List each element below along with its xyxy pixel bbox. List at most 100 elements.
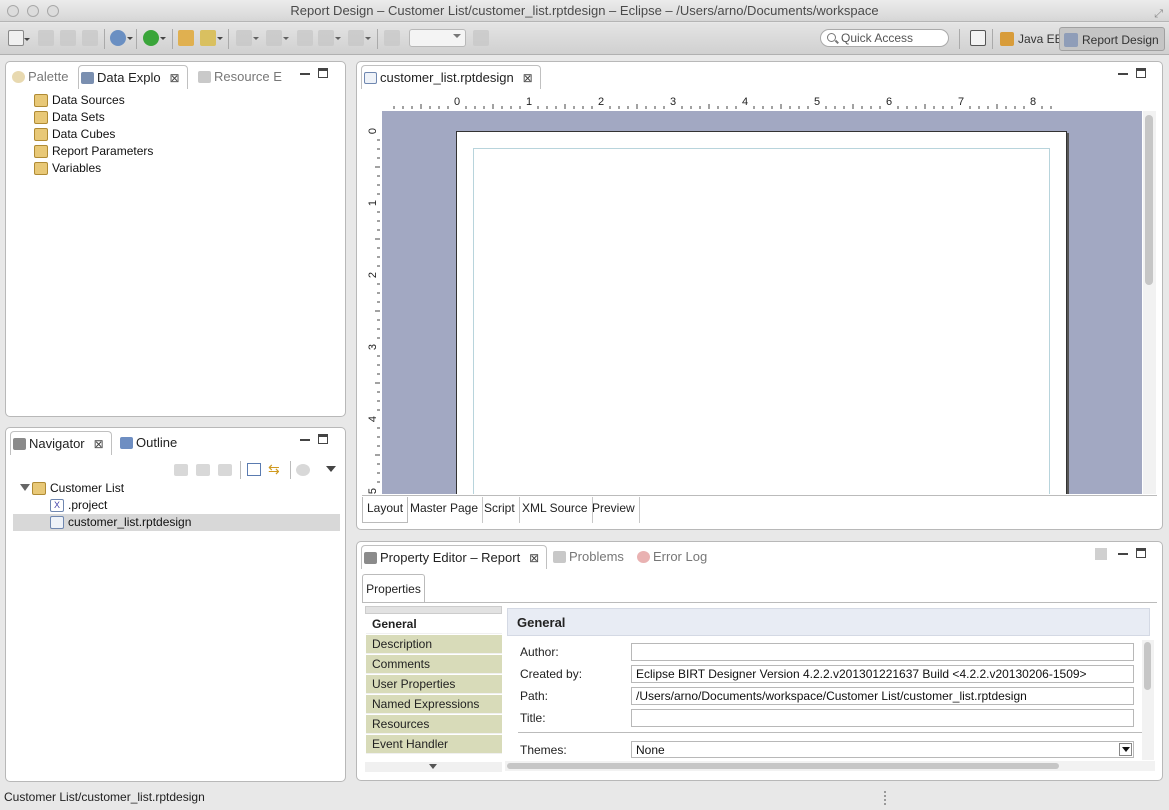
category-user-properties[interactable]: User Properties (366, 675, 502, 694)
run-icon[interactable] (143, 30, 166, 46)
themes-select[interactable]: None (631, 741, 1134, 758)
tab-customer-list-rptdesign[interactable]: customer_list.rptdesign ⊠ (361, 65, 541, 89)
wand-icon[interactable] (200, 30, 223, 46)
panel-min-max[interactable] (300, 434, 330, 448)
layout-icon (384, 30, 400, 46)
path-field[interactable]: /Users/arno/Documents/workspace/Customer… (631, 687, 1134, 705)
editor-vertical-scrollbar[interactable] (1143, 111, 1156, 494)
author-field[interactable] (631, 643, 1134, 661)
property-horizontal-scrollbar[interactable] (505, 761, 1155, 771)
tab-palette[interactable]: Palette (10, 65, 68, 89)
explorer-tab-bar: Palette Data Explo ⊠ Resource E (6, 62, 345, 90)
property-vertical-scrollbar[interactable] (1142, 640, 1154, 760)
category-comments[interactable]: Comments (366, 655, 502, 674)
new-file-icon[interactable] (8, 30, 30, 46)
tree-item-report-parameters[interactable]: Report Parameters (34, 143, 153, 160)
maximize-icon[interactable] (1136, 548, 1146, 558)
tab-layout[interactable]: Layout (362, 497, 409, 523)
tab-navigator[interactable]: Navigator ⊠ (10, 431, 112, 455)
property-editor-icon (364, 552, 377, 564)
tab-property-editor[interactable]: Property Editor – Report ⊠ (361, 545, 548, 570)
tab-preview[interactable]: Preview (588, 497, 640, 523)
view-menu-icon[interactable] (1095, 548, 1107, 560)
print-icon (82, 30, 98, 46)
chevron-down-icon (453, 34, 461, 42)
perspective-report-design[interactable]: Report Design (1059, 27, 1165, 51)
close-icon[interactable]: ⊠ (523, 66, 533, 90)
data-explorer-icon (81, 72, 94, 84)
page-margin-guide (473, 148, 1050, 494)
close-icon[interactable]: ⊠ (170, 66, 180, 90)
close-icon[interactable]: ⊠ (94, 432, 104, 456)
section-header: General (507, 608, 1150, 636)
open-folder-icon[interactable] (178, 30, 194, 46)
layout-canvas[interactable] (382, 111, 1142, 494)
up-icon (218, 464, 232, 476)
title-field[interactable] (631, 709, 1134, 727)
zoom-select[interactable] (409, 29, 466, 47)
tree-item-data-cubes[interactable]: Data Cubes (34, 126, 115, 143)
open-perspective-icon[interactable] (970, 30, 986, 46)
category-general[interactable]: General (366, 615, 502, 634)
scrollbar-thumb[interactable] (1145, 115, 1153, 285)
category-description[interactable]: Description (366, 635, 502, 654)
tree-item-file[interactable]: customer_list.rptdesign (50, 514, 191, 531)
navigator-icon (13, 438, 26, 450)
view-menu-icon[interactable] (326, 466, 336, 477)
panel-min-max[interactable] (300, 68, 330, 82)
zoom-window-button[interactable] (47, 5, 59, 17)
project-folder-icon (32, 482, 46, 495)
tree-item-file[interactable]: X .project (50, 497, 107, 514)
category-event-handler[interactable]: Event Handler (366, 735, 502, 754)
ruler-label: 0 (454, 96, 460, 108)
panel-min-max[interactable] (1118, 548, 1148, 562)
minimize-window-button[interactable] (27, 5, 39, 17)
created-by-field[interactable]: Eclipse BIRT Designer Version 4.2.2.v201… (631, 665, 1134, 683)
tab-problems[interactable]: Problems (551, 545, 624, 569)
tree-item-variables[interactable]: Variables (34, 160, 101, 177)
maximize-icon[interactable] (318, 434, 328, 444)
perspective-java-ee[interactable]: Java EE (996, 27, 1068, 51)
tab-master-page[interactable]: Master Page (406, 497, 484, 523)
tab-error-log[interactable]: Error Log (635, 545, 707, 569)
minimize-icon[interactable] (1118, 553, 1128, 555)
category-resources[interactable]: Resources (366, 715, 502, 734)
tab-outline[interactable]: Outline (118, 431, 177, 455)
expand-arrow-icon[interactable] (20, 484, 30, 496)
web-preview-icon[interactable] (110, 30, 133, 46)
report-design-perspective-icon (1064, 33, 1078, 47)
minimize-icon[interactable] (300, 73, 310, 75)
tab-resource-explorer[interactable]: Resource E (196, 65, 282, 89)
tab-script[interactable]: Script (480, 497, 520, 523)
tree-item-data-sources[interactable]: Data Sources (34, 92, 125, 109)
maximize-icon[interactable] (318, 68, 328, 78)
created-by-label: Created by: (520, 667, 583, 681)
quick-access-input[interactable]: Quick Access (820, 29, 949, 47)
scrollbar-thumb[interactable] (1144, 642, 1151, 690)
ruler-label: 1 (526, 96, 532, 108)
category-named-expressions[interactable]: Named Expressions (366, 695, 502, 714)
back-icon (318, 30, 341, 46)
path-label: Path: (520, 689, 549, 703)
panel-min-max[interactable] (1118, 68, 1148, 82)
report-page[interactable] (456, 131, 1067, 494)
scrollbar-thumb[interactable] (507, 763, 1059, 769)
palette-icon (12, 71, 25, 83)
scroll-down-button[interactable] (365, 762, 502, 772)
title-label: Title: (520, 711, 546, 725)
ruler-label: 5 (367, 488, 379, 494)
main-toolbar: Quick Access Java EE Report Design (0, 23, 1169, 55)
minimize-icon[interactable] (300, 439, 310, 441)
tab-properties[interactable]: Properties (362, 574, 425, 602)
maximize-icon[interactable] (1136, 68, 1146, 78)
close-window-button[interactable] (7, 5, 19, 17)
collapse-all-icon[interactable] (247, 463, 261, 476)
tab-data-explorer[interactable]: Data Explo ⊠ (78, 65, 188, 89)
tree-item-project[interactable]: Customer List (32, 480, 124, 497)
minimize-icon[interactable] (1118, 73, 1128, 75)
link-with-editor-icon[interactable]: ⇆ (268, 462, 283, 476)
tree-item-data-sets[interactable]: Data Sets (34, 109, 105, 126)
fullscreen-icon[interactable]: ⤢ (1154, 3, 1163, 25)
close-icon[interactable]: ⊠ (529, 546, 539, 570)
tab-xml-source[interactable]: XML Source (518, 497, 593, 523)
